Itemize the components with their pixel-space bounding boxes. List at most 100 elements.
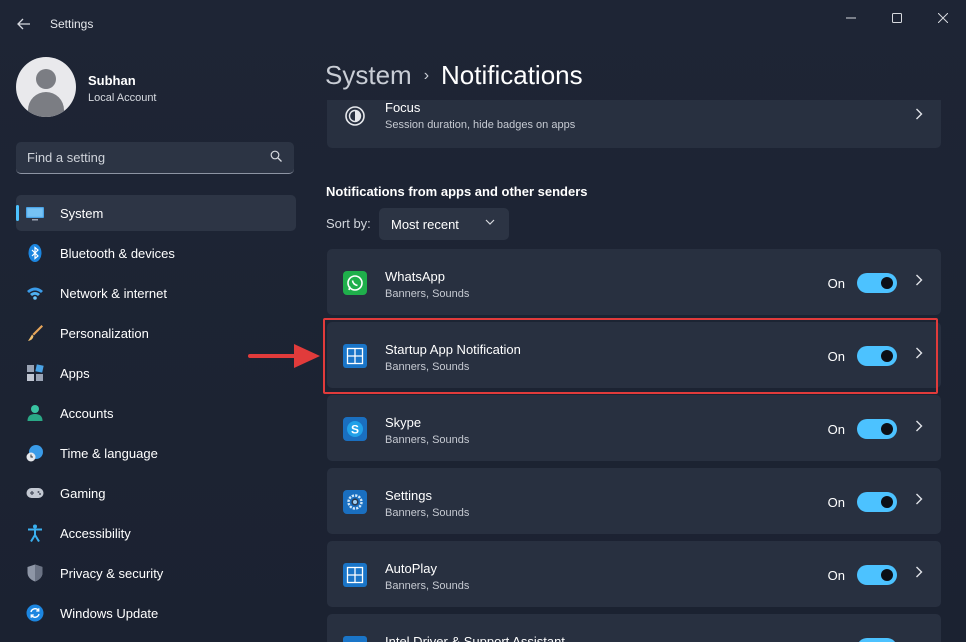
sidebar-item-label: Gaming <box>60 486 106 501</box>
notification-toggle[interactable] <box>857 273 897 293</box>
brush-icon <box>28 325 43 341</box>
active-indicator <box>16 205 19 221</box>
app-name: Skype <box>385 415 422 430</box>
sidebar-item-windows-update[interactable]: Windows Update <box>16 595 296 631</box>
sidebar-item-label: Personalization <box>60 326 149 341</box>
search-placeholder: Find a setting <box>27 150 106 165</box>
notification-toggle[interactable] <box>857 492 897 512</box>
app-detail: Banners, Sounds <box>385 580 470 592</box>
sidebar-item-label: Windows Update <box>60 606 159 621</box>
sidebar-item-label: Network & internet <box>60 286 167 301</box>
sidebar-item-system[interactable]: System <box>16 195 296 231</box>
app-name: Settings <box>385 488 432 503</box>
sidebar-item-bluetooth[interactable]: Bluetooth & devices <box>16 235 296 271</box>
toggle-knob <box>881 277 893 289</box>
back-arrow-icon <box>17 18 30 30</box>
sidebar-item-label: Bluetooth & devices <box>60 246 175 261</box>
sidebar-item-label: Accessibility <box>60 526 131 541</box>
sidebar-item-accounts[interactable]: Accounts <box>16 395 296 431</box>
notification-toggle[interactable] <box>857 638 897 642</box>
minimize-icon <box>846 17 856 19</box>
toggle-knob <box>881 496 893 508</box>
accessibility-icon <box>28 524 42 542</box>
toggle-state-label: On <box>827 422 845 437</box>
profile-name: Subhan <box>88 73 136 88</box>
app-detail: Banners, Sounds <box>385 288 470 300</box>
whatsapp-icon <box>343 271 367 295</box>
highlight-box <box>323 318 938 394</box>
avatar-head <box>36 69 56 89</box>
chevron-down-icon <box>485 217 495 228</box>
toggle-knob <box>881 423 893 435</box>
app-row-whatsapp[interactable]: WhatsApp Banners, Sounds On <box>327 249 941 315</box>
back-button[interactable] <box>10 10 38 38</box>
sort-dropdown[interactable]: Most recent <box>379 208 509 240</box>
section-heading: Notifications from apps and other sender… <box>326 184 588 199</box>
avatar-body <box>28 92 64 117</box>
sidebar-item-label: System <box>60 206 104 221</box>
sidebar-item-gaming[interactable]: Gaming <box>16 475 296 511</box>
chevron-right-icon[interactable] <box>915 419 923 435</box>
chevron-right-icon[interactable] <box>915 565 923 581</box>
breadcrumb-parent[interactable]: System <box>325 60 412 90</box>
app-name: WhatsApp <box>385 269 445 284</box>
window-title: Settings <box>50 17 94 31</box>
wifi-icon <box>27 287 43 300</box>
breadcrumb: System › Notifications <box>325 60 583 91</box>
intel-icon <box>343 636 367 642</box>
app-name: AutoPlay <box>385 561 438 576</box>
skype-icon: S <box>343 417 367 441</box>
sort-value: Most recent <box>391 217 459 232</box>
focus-subtitle: Session duration, hide badges on apps <box>385 119 576 131</box>
sidebar-item-accessibility[interactable]: Accessibility <box>16 515 296 551</box>
toggle-knob <box>881 569 893 581</box>
chevron-right-icon[interactable] <box>915 492 923 508</box>
maximize-icon <box>892 13 902 23</box>
page-title: Notifications <box>441 60 583 90</box>
apps-icon <box>27 364 44 381</box>
gamepad-icon <box>26 488 44 498</box>
person-icon <box>27 405 43 421</box>
search-input[interactable]: Find a setting <box>16 142 294 174</box>
focus-icon <box>345 106 365 126</box>
sidebar-item-privacy[interactable]: Privacy & security <box>16 555 296 591</box>
globe-clock-icon <box>26 445 43 462</box>
notification-toggle[interactable] <box>857 419 897 439</box>
monitor-icon <box>26 207 44 221</box>
sidebar-item-label: Time & language <box>60 446 158 461</box>
avatar <box>16 57 76 117</box>
sidebar-nav: System Bluetooth & devices Network & int… <box>16 195 296 635</box>
close-button[interactable] <box>920 6 966 30</box>
app-row-autoplay[interactable]: AutoPlay Banners, Sounds On <box>327 541 941 607</box>
maximize-button[interactable] <box>874 6 920 30</box>
toggle-state-label: On <box>827 495 845 510</box>
app-detail: Banners, Sounds <box>385 507 470 519</box>
title-bar: Settings <box>0 0 966 48</box>
minimize-button[interactable] <box>828 6 874 30</box>
app-row-skype[interactable]: S Skype Banners, Sounds On <box>327 395 941 461</box>
svg-text:S: S <box>351 423 359 437</box>
settings-gear-icon <box>343 490 367 514</box>
bluetooth-icon <box>28 244 42 262</box>
app-row-settings[interactable]: Settings Banners, Sounds On <box>327 468 941 534</box>
shield-icon <box>27 564 43 582</box>
notification-toggle[interactable] <box>857 565 897 585</box>
update-icon <box>26 604 44 622</box>
close-icon <box>938 13 948 23</box>
sidebar-item-time-language[interactable]: Time & language <box>16 435 296 471</box>
app-row-intel[interactable]: Intel Driver & Support Assistant <box>327 614 941 642</box>
sidebar-item-network[interactable]: Network & internet <box>16 275 296 311</box>
settings-window: Settings Subhan Local Account Find a set… <box>0 0 966 642</box>
sidebar-item-label: Apps <box>60 366 90 381</box>
toggle-state-label: On <box>827 276 845 291</box>
focus-title: Focus <box>385 100 421 115</box>
toggle-state-label: On <box>827 568 845 583</box>
app-detail: Banners, Sounds <box>385 434 470 446</box>
annotation-arrow-icon <box>248 344 320 368</box>
sidebar-item-label: Accounts <box>60 406 114 421</box>
autoplay-icon <box>343 563 367 587</box>
profile-account-type: Local Account <box>88 92 157 104</box>
focus-row[interactable]: Focus Session duration, hide badges on a… <box>327 100 941 148</box>
sidebar-item-label: Privacy & security <box>60 566 164 581</box>
chevron-right-icon[interactable] <box>915 273 923 289</box>
